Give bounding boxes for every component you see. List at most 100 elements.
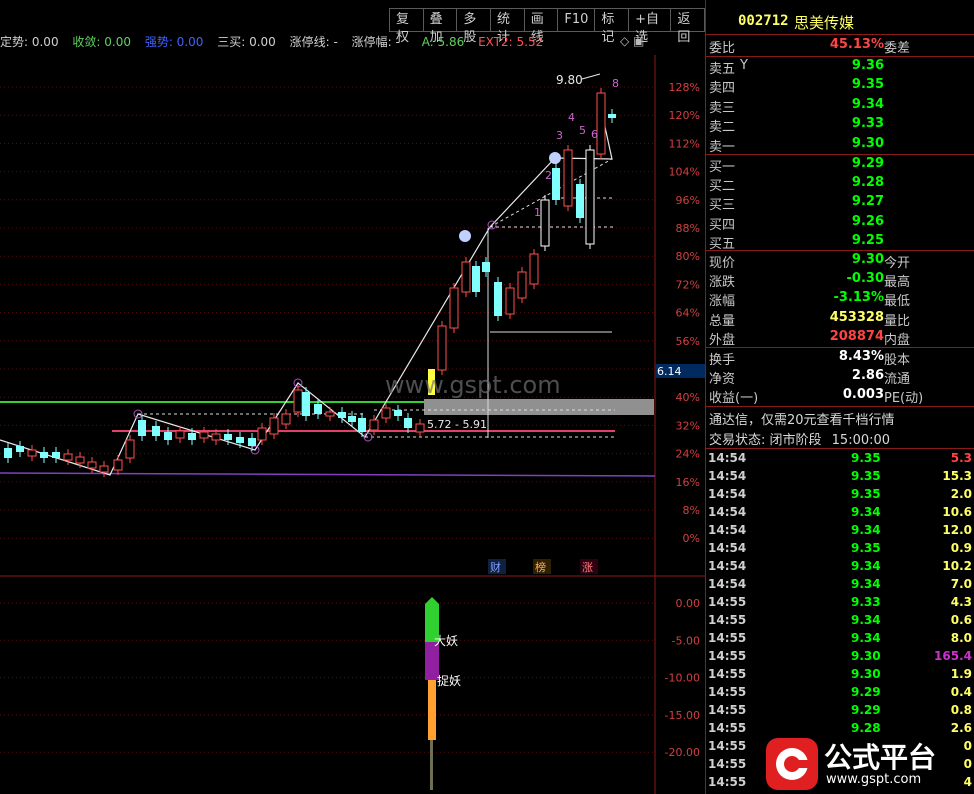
sub-axis-label: -10.00	[665, 672, 700, 685]
tick-row: 14:54 9.35 2.0	[706, 487, 974, 505]
bids-row: 买一 9.29	[706, 156, 974, 175]
tick-volume: 12.0	[942, 523, 972, 537]
tick-time: 14:55	[708, 757, 747, 771]
mark-zhang[interactable]: 涨	[582, 561, 593, 574]
quote-row: 总量 453328 量比	[706, 310, 974, 329]
bids-row: 买二 9.28	[706, 175, 974, 194]
bids-value: 9.26	[851, 213, 884, 229]
kline-chart-area[interactable]: 复权 叠加 多股 统计 画线 F10 标记 +自选 返回 定势: 0.00 收敛…	[0, 0, 705, 794]
tick-row: 14:54 9.34 10.6	[706, 505, 974, 523]
quote-label2: 最高	[884, 275, 911, 291]
mark-cai[interactable]: 财	[490, 560, 501, 574]
sub-bar-cap	[425, 597, 439, 604]
tick-time: 14:55	[708, 703, 747, 717]
divider	[706, 250, 974, 251]
asks-value: 9.34	[851, 96, 884, 112]
candle-body	[40, 452, 48, 458]
tick-volume: 10.6	[942, 505, 972, 519]
fund-label2: PE(动)	[884, 391, 924, 407]
wave-num-6: 6	[591, 128, 598, 141]
sub-bar-orange	[428, 680, 436, 740]
weicha-label: 委差	[884, 41, 911, 56]
peak-label: 9.80	[556, 73, 583, 87]
asks-row: 卖二 9.33	[706, 116, 974, 135]
quote-value: -3.13%	[833, 290, 885, 306]
candle-body	[302, 392, 310, 416]
tick-time: 14:54	[708, 487, 747, 501]
asks-value: 9.33	[851, 116, 884, 132]
tick-volume: 2.0	[950, 487, 972, 501]
tick-row: 14:54 9.35 5.3	[706, 451, 974, 469]
candle-body	[608, 114, 616, 118]
asks-value: 9.36	[851, 58, 884, 73]
tick-time: 14:54	[708, 523, 747, 537]
weibi-row: 委比 45.13% 委差	[706, 37, 974, 56]
tick-row: 14:54 9.35 0.9	[706, 541, 974, 559]
quote-label2: 内盘	[884, 332, 911, 348]
bids-label: 买二	[709, 179, 736, 195]
tick-price: 9.34	[851, 559, 881, 573]
candle-body	[164, 432, 172, 440]
wave-num-1: 1	[534, 206, 541, 219]
tick-time: 14:55	[708, 775, 747, 789]
tick-volume: 2.6	[950, 721, 972, 735]
candle-body	[138, 420, 146, 436]
tick-time: 14:55	[708, 739, 747, 753]
weibi-label: 委比	[709, 41, 736, 56]
candle-body	[563, 149, 573, 207]
divider	[706, 406, 974, 407]
quote-value: 9.30	[851, 252, 884, 267]
face-icon	[549, 152, 561, 164]
candle-body	[540, 199, 550, 247]
fund-row: 收益(一) 0.003 PE(动)	[706, 387, 974, 406]
asks-label: 卖二	[709, 120, 736, 136]
bids-value: 9.27	[851, 194, 884, 210]
tick-row: 14:55 9.34 0.6	[706, 613, 974, 631]
divider	[706, 56, 974, 57]
quote-panel: 002712 思美传媒 委比 45.13% 委差 卖五 9.36 Y 卖四 9.35 卖三…	[705, 0, 974, 794]
bids-label: 买四	[709, 217, 736, 233]
wave-num-5: 5	[579, 124, 586, 137]
candle-body	[494, 282, 502, 316]
candle-body	[338, 412, 346, 418]
tick-volume: 5.3	[950, 451, 972, 465]
stock-name: 思美传媒	[794, 14, 855, 32]
candle-body	[449, 287, 459, 329]
candle-body	[325, 411, 335, 417]
fund-row: 换手 8.43% 股本	[706, 349, 974, 368]
range-label: 5.72 - 5.91	[427, 418, 487, 431]
mark-bang[interactable]: 榜	[535, 560, 546, 574]
sub-bar-tail	[430, 740, 433, 790]
candle-body	[224, 434, 232, 440]
notice-link[interactable]: 通达信，仅需20元查看千档行情	[709, 409, 895, 428]
candle-body	[517, 271, 527, 299]
stock-header: 002712 思美传媒	[706, 0, 974, 33]
tick-time: 14:55	[708, 685, 747, 699]
pct-label: 128%	[669, 81, 700, 94]
fund-label2: 流通	[884, 372, 911, 388]
quote-label: 涨跌	[709, 275, 736, 291]
tick-time: 14:55	[708, 721, 747, 735]
quote-value: 453328	[829, 309, 884, 325]
asks-row: 卖四 9.35	[706, 77, 974, 96]
candle-body	[358, 418, 366, 432]
price-tag: 6.14	[657, 365, 682, 378]
candle-body	[52, 452, 60, 458]
tick-time: 14:54	[708, 577, 747, 591]
tick-row: 14:54 9.34 7.0	[706, 577, 974, 595]
fund-label: 换手	[709, 353, 736, 368]
pct-label: 16%	[676, 476, 700, 489]
asks-value: 9.35	[851, 77, 884, 93]
candle-body	[596, 92, 606, 155]
pct-label: 64%	[676, 307, 700, 320]
tick-price: 9.35	[851, 469, 881, 483]
pct-label: 0%	[683, 532, 700, 545]
quote-label2: 量比	[884, 313, 911, 329]
tick-time: 14:54	[708, 541, 747, 555]
quote-row: 外盘 208874 内盘	[706, 329, 974, 348]
candle-body	[369, 419, 379, 431]
ask-mark: Y	[740, 58, 748, 73]
candle-body	[113, 459, 123, 471]
candle-body	[281, 413, 291, 425]
tick-row: 14:55 9.30 165.4	[706, 649, 974, 667]
